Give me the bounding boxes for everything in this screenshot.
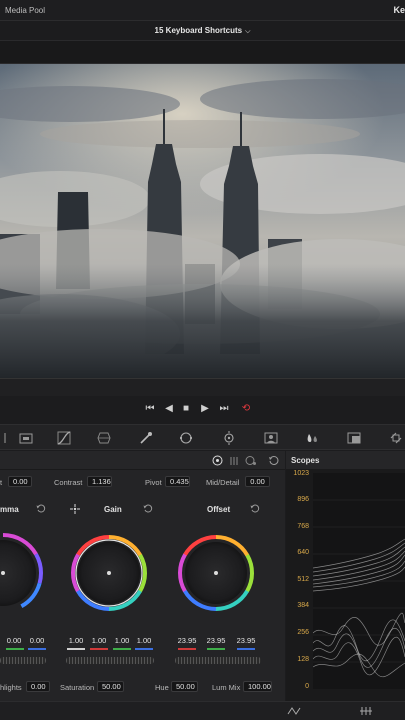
play-icon[interactable]: ▶	[197, 402, 213, 416]
lift-label: t	[0, 478, 3, 487]
deliver-page-icon[interactable]	[358, 705, 374, 717]
offset-reset-icon[interactable]	[250, 504, 260, 514]
skip-to-end-icon[interactable]: ⏭	[216, 402, 232, 416]
scope-tick: 384	[297, 602, 309, 609]
scope-tick: 896	[297, 496, 309, 503]
gain-master-slider[interactable]	[66, 657, 154, 664]
timeline-title-label: 15 Keyboard Shortcuts	[154, 26, 243, 35]
timeline-scrubber[interactable]	[0, 378, 405, 396]
skip-to-start-icon[interactable]: ⏮	[142, 402, 158, 416]
scope-tick: 512	[297, 576, 309, 583]
top-bar: Media Pool Ke	[0, 0, 405, 21]
play-reverse-icon[interactable]: ◀	[161, 402, 177, 416]
gain-red-underline	[90, 648, 108, 650]
mid-detail-label: Mid/Detail	[206, 478, 240, 487]
magic-mask-icon[interactable]	[263, 430, 279, 446]
lum-mix-label: Lum Mix	[212, 683, 241, 692]
highlights-value[interactable]: 0.00	[26, 681, 50, 692]
scope-tick: 640	[297, 549, 309, 556]
offset-value-b[interactable]: 23.95	[235, 636, 257, 645]
hue-label: Hue	[155, 683, 169, 692]
title-bar: 15 Keyboard Shortcuts ⌵	[0, 21, 405, 40]
contrast-value[interactable]: 1.136	[87, 476, 112, 487]
mid-detail-value[interactable]: 0.00	[245, 476, 270, 487]
gamma-value-g[interactable]: 0.00	[4, 636, 24, 645]
scope-tick: 0	[305, 683, 309, 690]
contrast-label: Contrast	[54, 478, 83, 487]
chevron-down-icon: ⌵	[245, 28, 251, 35]
stop-icon[interactable]: ■	[178, 402, 194, 416]
scopes-title: Scopes	[291, 456, 320, 465]
window-icon[interactable]	[178, 430, 194, 446]
gamma-wheel-title: mma	[0, 505, 19, 514]
viewer-header	[0, 40, 405, 64]
loop-icon[interactable]: ⟲	[238, 402, 254, 416]
highlights-label: hlights	[0, 683, 22, 692]
key-icon[interactable]	[346, 430, 362, 446]
curves-icon[interactable]	[56, 430, 72, 446]
viewer-image	[0, 64, 405, 378]
gain-value-b[interactable]: 1.00	[134, 636, 154, 645]
gain-wheel-title: Gain	[104, 505, 122, 514]
gain-blue-underline	[135, 648, 153, 650]
waveform-scope: 1023 896 768 640 512 384 256 128 0	[287, 470, 405, 696]
log-mode-icon[interactable]	[245, 455, 257, 466]
pivot-value[interactable]: 0.435	[165, 476, 190, 487]
gamma-reset-icon[interactable]	[36, 504, 46, 514]
sizing-icon[interactable]	[388, 430, 404, 446]
gamma-blue-underline	[28, 648, 46, 650]
gain-value-y[interactable]: 1.00	[66, 636, 86, 645]
gain-luma-underline	[67, 648, 85, 650]
bars-mode-icon[interactable]	[229, 455, 240, 466]
offset-value-r[interactable]: 23.95	[176, 636, 198, 645]
keyboard-title-cut: Ke	[393, 5, 405, 15]
primaries-header	[0, 451, 285, 470]
hue-value[interactable]: 50.00	[171, 681, 198, 692]
media-pool-tab[interactable]: Media Pool	[5, 6, 45, 15]
reset-icon[interactable]	[268, 455, 279, 466]
offset-wheel-title: Offset	[207, 505, 231, 514]
scope-tick: 256	[297, 629, 309, 636]
transport-controls: ⏮ ◀ ■ ▶ ⏭ ⟲	[0, 396, 405, 422]
offset-red-underline	[178, 648, 196, 650]
waveform-trace	[313, 473, 405, 689]
gain-reset-icon[interactable]	[143, 504, 153, 514]
gamma-wheel[interactable]	[0, 533, 43, 613]
skyline-frame	[0, 64, 405, 378]
gain-wheel[interactable]	[60, 530, 158, 620]
scope-tick: 768	[297, 523, 309, 530]
offset-wheel[interactable]	[167, 530, 265, 620]
blur-icon[interactable]	[304, 430, 320, 446]
page-navigation-bar	[0, 701, 405, 720]
gain-value-g[interactable]: 1.00	[112, 636, 132, 645]
tracker-icon[interactable]	[221, 430, 237, 446]
gamma-master-slider[interactable]	[0, 657, 46, 664]
qualifier-eyedropper-icon[interactable]	[138, 430, 154, 446]
offset-green-underline	[207, 648, 225, 650]
picker-icon[interactable]	[70, 504, 80, 514]
gain-value-r[interactable]: 1.00	[89, 636, 109, 645]
wheels-mode-icon[interactable]	[212, 455, 223, 466]
fairlight-page-icon[interactable]	[286, 705, 302, 717]
saturation-value[interactable]: 50.00	[97, 681, 124, 692]
gain-green-underline	[113, 648, 131, 650]
palette-edge-icon[interactable]	[2, 430, 18, 446]
lum-mix-value[interactable]: 100.00	[243, 681, 272, 692]
scope-tick: 128	[297, 656, 309, 663]
color-wheels	[0, 530, 265, 620]
offset-blue-underline	[237, 648, 255, 650]
offset-value-g[interactable]: 23.95	[205, 636, 227, 645]
color-warper-icon[interactable]	[96, 430, 112, 446]
offset-master-slider[interactable]	[175, 657, 261, 664]
pivot-label: Pivot	[145, 478, 162, 487]
timeline-title[interactable]: 15 Keyboard Shortcuts ⌵	[0, 26, 405, 36]
lift-value[interactable]: 0.00	[8, 476, 32, 487]
gamma-value-b[interactable]: 0.00	[27, 636, 47, 645]
scope-tick: 1023	[293, 470, 309, 477]
camera-raw-icon[interactable]	[18, 430, 34, 446]
palette-toolbar	[0, 424, 405, 450]
saturation-label: Saturation	[60, 683, 95, 692]
gamma-green-underline	[6, 648, 24, 650]
